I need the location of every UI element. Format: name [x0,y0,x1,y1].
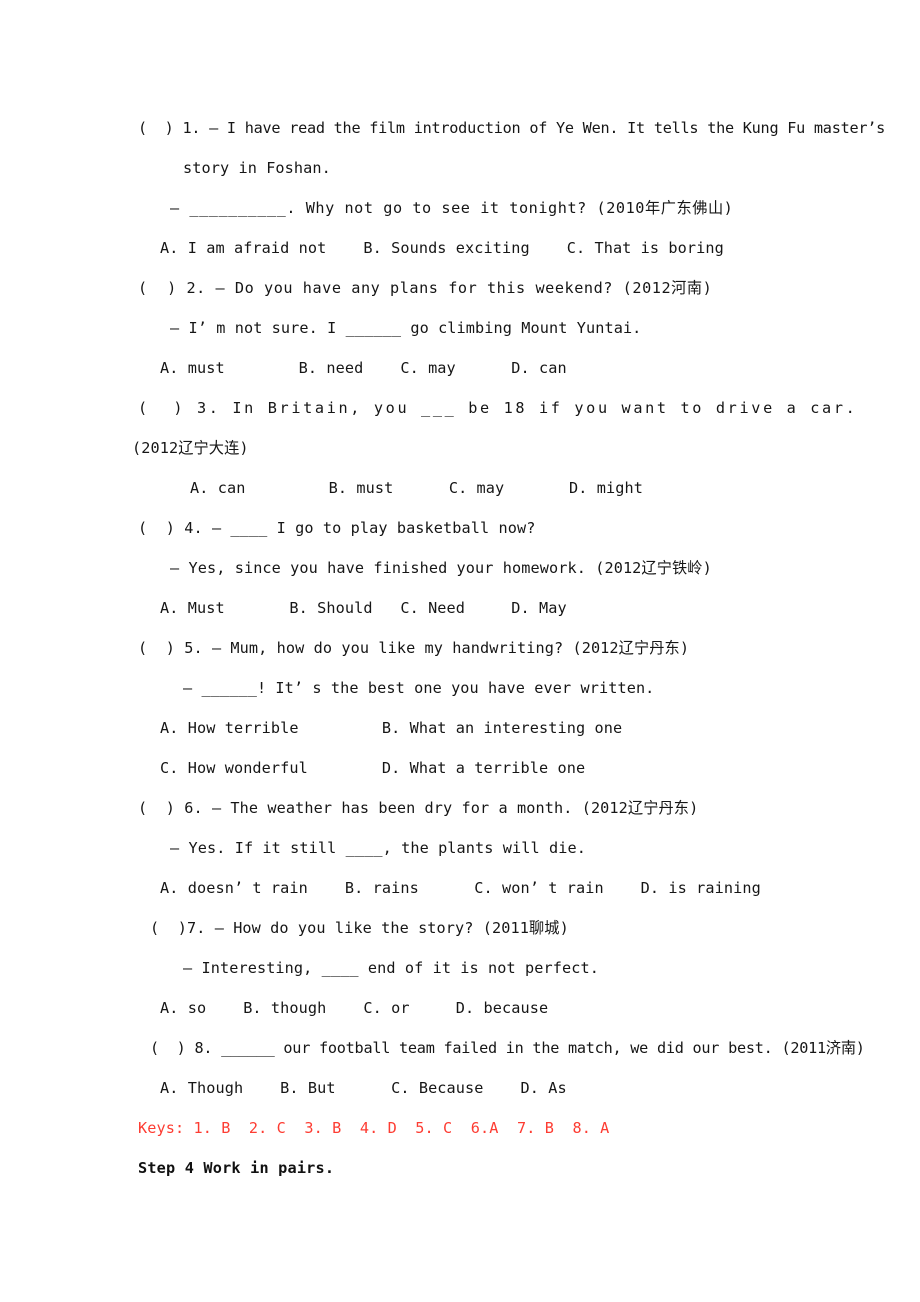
question-5-stem-line-1: ( ) 5. — Mum, how do you like my handwri… [138,639,690,657]
question-3-stem-line-1: ( ) 3. In Britain, you ___ be 18 if you … [138,399,858,417]
question-3-options: A. can B. must C. may D. might [190,479,643,497]
question-2-stem-line-1: ( ) 2. — Do you have any plans for this … [138,279,713,297]
question-1-stem-line-3: — __________. Why not go to see it tonig… [170,199,734,217]
step-4-heading: Step 4 Work in pairs. [138,1159,335,1177]
question-8-stem-line-1: ( ) 8. ______ our football team failed i… [150,1039,865,1057]
question-6-stem-line-1: ( ) 6. — The weather has been dry for a … [138,799,699,817]
document-page: ( ) 1. — I have read the film introducti… [0,0,920,1302]
question-2-stem-line-2: — I’ m not sure. I ______ go climbing Mo… [170,319,642,337]
question-5-options-cd: C. How wonderful D. What a terrible one [160,759,586,777]
question-1-stem-line-2: story in Foshan. [183,159,331,177]
question-1-stem-line-1: ( ) 1. — I have read the film introducti… [138,119,886,137]
question-6-stem-line-2: — Yes. If it still ____, the plants will… [170,839,586,857]
question-2-options: A. must B. need C. may D. can [160,359,567,377]
question-3-stem-line-2: (2012辽宁大连) [132,439,249,457]
question-4-options: A. Must B. Should C. Need D. May [160,599,567,617]
question-7-stem-line-1: ( )7. — How do you like the story? (2011… [150,919,569,937]
question-8-options: A. Though B. But C. Because D. As [160,1079,567,1097]
question-5-stem-line-2: — ______! It’ s the best one you have ev… [183,679,655,697]
question-5-options-ab: A. How terrible B. What an interesting o… [160,719,623,737]
question-7-options: A. so B. though C. or D. because [160,999,549,1017]
answer-keys: Keys: 1. B 2. C 3. B 4. D 5. C 6.A 7. B … [138,1119,610,1137]
question-4-stem-line-1: ( ) 4. — ____ I go to play basketball no… [138,519,536,537]
question-1-options: A. I am afraid not B. Sounds exciting C.… [160,239,724,257]
worksheet-body: ( ) 1. — I have read the film introducti… [132,108,886,1188]
question-4-stem-line-2: — Yes, since you have finished your home… [170,559,712,577]
question-7-stem-line-2: — Interesting, ____ end of it is not per… [183,959,599,977]
question-6-options: A. doesn’ t rain B. rains C. won’ t rain… [160,879,761,897]
